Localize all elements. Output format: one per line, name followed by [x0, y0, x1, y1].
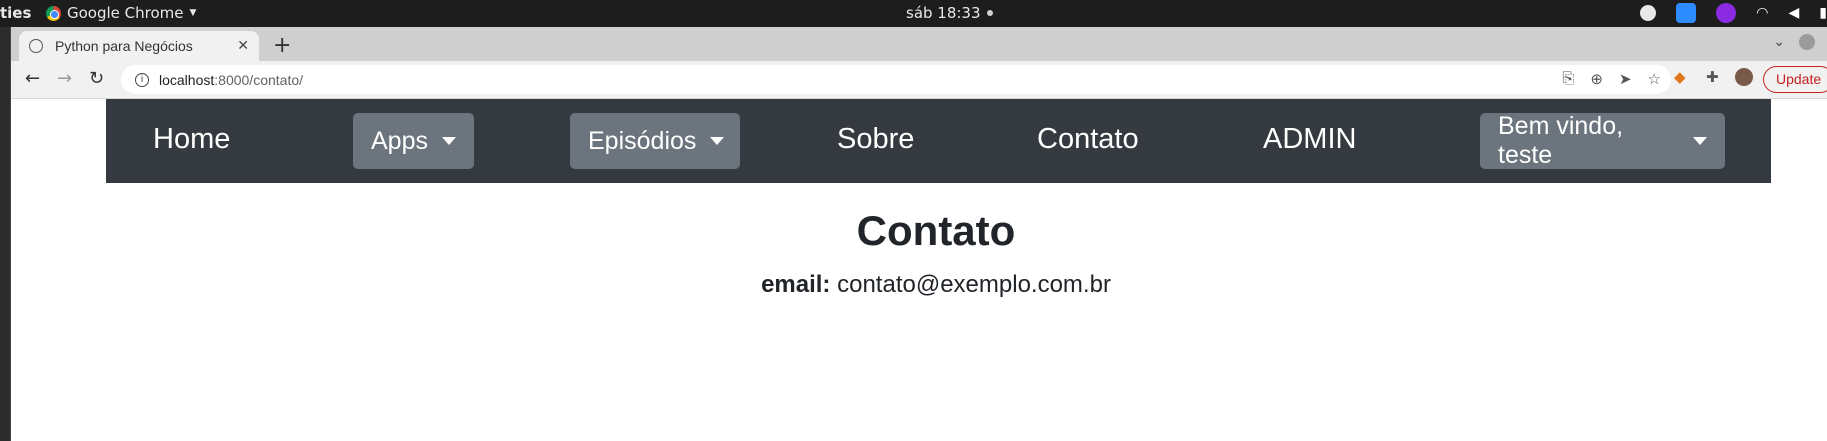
nav-episodios-label: Episódios [588, 126, 697, 155]
tab-title: Python para Negócios [55, 38, 193, 54]
close-icon[interactable]: ✕ [237, 38, 249, 54]
omnibox-actions: ⎘ ⊕ ➤ ☆ [1562, 70, 1661, 88]
battery-icon[interactable]: ▮ [1819, 5, 1827, 21]
globe-icon [29, 39, 43, 53]
app-menu[interactable]: Google Chrome ▼ [46, 4, 196, 22]
translate-icon[interactable]: ⎘ [1562, 70, 1574, 88]
activities-button[interactable]: ties [0, 4, 31, 22]
reload-icon[interactable]: ↻ [89, 68, 104, 89]
page-title: Contato [856, 207, 1016, 254]
caret-down-icon [1693, 137, 1707, 145]
contact-email-line: email: contato@exemplo.com.br [11, 271, 1827, 299]
dock [0, 27, 11, 441]
clock-label: sáb 18:33 [906, 4, 981, 22]
web-page: Home Apps Episódios Sobre Contato ADMIN … [11, 99, 1827, 441]
window-controls: ⌄ [1773, 34, 1815, 50]
back-icon[interactable]: ← [25, 68, 40, 89]
nav-apps-dropdown[interactable]: Apps [353, 113, 474, 169]
chrome-icon [46, 5, 61, 21]
nav-admin-link[interactable]: ADMIN [1263, 123, 1356, 156]
update-button[interactable]: Update [1763, 66, 1827, 93]
browser-tab[interactable]: Python para Negócios ✕ [19, 31, 259, 61]
nav-home-link[interactable]: Home [153, 123, 230, 156]
system-top-bar: ties Google Chrome ▼ sáb 18:33 ◠ ◀ ▮ [0, 0, 1827, 27]
address-bar[interactable]: i localhost:8000/contato/ ⎘ ⊕ ➤ ☆ [121, 65, 1671, 94]
bookmark-star-icon[interactable]: ☆ [1648, 70, 1661, 88]
site-info-icon[interactable]: i [135, 72, 149, 87]
volume-icon[interactable]: ◀ [1789, 5, 1800, 21]
wifi-icon[interactable]: ◠ [1756, 5, 1768, 21]
chevron-down-icon: ▼ [189, 8, 197, 18]
system-tray: ◠ ◀ ▮ [1640, 3, 1827, 23]
profile-avatar[interactable] [1735, 68, 1753, 86]
extensions-puzzle-icon[interactable]: ✚ [1706, 68, 1719, 86]
app-menu-label: Google Chrome [67, 4, 184, 22]
nav-user-label: Bem vindo, teste [1498, 112, 1624, 169]
site-navbar: Home Apps Episódios Sobre Contato ADMIN … [106, 99, 1771, 183]
zoom-icon[interactable] [1676, 3, 1697, 23]
url-host: localhost [159, 71, 215, 88]
browser-toolbar: ← → ↻ i localhost:8000/contato/ ⎘ ⊕ ➤ ☆ … [11, 61, 1827, 99]
nav-contato-link[interactable]: Contato [1037, 123, 1139, 156]
email-label: email: [761, 271, 831, 298]
tab-search-icon[interactable]: ⌄ [1773, 34, 1785, 50]
url-path: :8000/contato/ [214, 71, 304, 88]
caret-down-icon [710, 137, 725, 145]
caret-down-icon [441, 137, 456, 145]
nav-sobre-link[interactable]: Sobre [837, 123, 914, 156]
notification-dot-icon [986, 10, 993, 16]
nav-episodios-dropdown[interactable]: Episódios [570, 113, 740, 169]
clock[interactable]: sáb 18:33 [906, 4, 993, 22]
tab-strip: Python para Negócios ✕ + ⌄ [11, 27, 1827, 61]
forward-icon[interactable]: → [57, 68, 72, 89]
user-status-icon[interactable] [1640, 5, 1657, 21]
zoom-in-icon[interactable]: ⊕ [1590, 70, 1603, 88]
send-icon[interactable]: ➤ [1619, 70, 1632, 88]
email-value: contato@exemplo.com.br [837, 271, 1111, 298]
minimize-button[interactable] [1799, 34, 1815, 50]
nav-apps-label: Apps [371, 126, 428, 155]
metamask-icon[interactable]: ◆ [1674, 68, 1686, 86]
new-tab-button[interactable]: + [273, 33, 291, 58]
nav-user-dropdown[interactable]: Bem vindo, teste [1480, 112, 1725, 169]
firefox-dev-icon[interactable] [1716, 3, 1737, 23]
